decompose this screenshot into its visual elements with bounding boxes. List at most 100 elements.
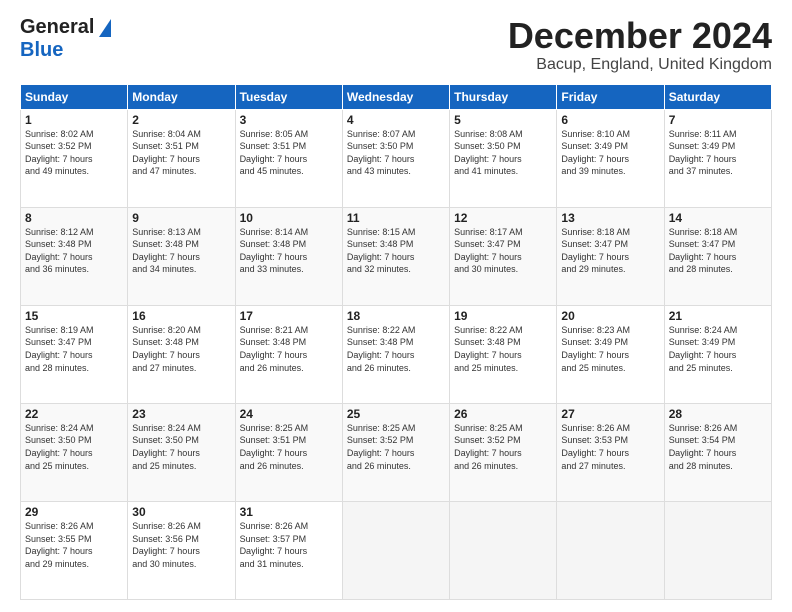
day-number: 6	[561, 113, 659, 127]
day-info: Sunrise: 8:22 AM Sunset: 3:48 PM Dayligh…	[347, 324, 445, 374]
day-number: 29	[25, 505, 123, 519]
day-number: 23	[132, 407, 230, 421]
day-number: 10	[240, 211, 338, 225]
day-number: 15	[25, 309, 123, 323]
calendar-cell: 30Sunrise: 8:26 AM Sunset: 3:56 PM Dayli…	[128, 501, 235, 599]
day-info: Sunrise: 8:13 AM Sunset: 3:48 PM Dayligh…	[132, 226, 230, 276]
day-info: Sunrise: 8:23 AM Sunset: 3:49 PM Dayligh…	[561, 324, 659, 374]
calendar-cell: 19Sunrise: 8:22 AM Sunset: 3:48 PM Dayli…	[450, 305, 557, 403]
day-info: Sunrise: 8:12 AM Sunset: 3:48 PM Dayligh…	[25, 226, 123, 276]
day-number: 16	[132, 309, 230, 323]
calendar-cell: 29Sunrise: 8:26 AM Sunset: 3:55 PM Dayli…	[21, 501, 128, 599]
calendar-week-row: 22Sunrise: 8:24 AM Sunset: 3:50 PM Dayli…	[21, 403, 772, 501]
day-number: 8	[25, 211, 123, 225]
day-number: 2	[132, 113, 230, 127]
day-number: 18	[347, 309, 445, 323]
day-info: Sunrise: 8:26 AM Sunset: 3:56 PM Dayligh…	[132, 520, 230, 570]
logo-triangle-icon	[99, 19, 111, 37]
calendar-header-saturday: Saturday	[664, 84, 771, 109]
day-number: 20	[561, 309, 659, 323]
logo-blue-text: Blue	[20, 39, 63, 61]
calendar-cell: 6Sunrise: 8:10 AM Sunset: 3:49 PM Daylig…	[557, 109, 664, 207]
day-info: Sunrise: 8:07 AM Sunset: 3:50 PM Dayligh…	[347, 128, 445, 178]
calendar-cell: 28Sunrise: 8:26 AM Sunset: 3:54 PM Dayli…	[664, 403, 771, 501]
calendar-cell	[557, 501, 664, 599]
day-info: Sunrise: 8:26 AM Sunset: 3:55 PM Dayligh…	[25, 520, 123, 570]
calendar-cell: 16Sunrise: 8:20 AM Sunset: 3:48 PM Dayli…	[128, 305, 235, 403]
day-info: Sunrise: 8:15 AM Sunset: 3:48 PM Dayligh…	[347, 226, 445, 276]
day-number: 11	[347, 211, 445, 225]
day-number: 1	[25, 113, 123, 127]
day-number: 30	[132, 505, 230, 519]
calendar-cell	[664, 501, 771, 599]
calendar-header-monday: Monday	[128, 84, 235, 109]
header: General Blue December 2024 Bacup, Englan…	[20, 16, 772, 74]
day-number: 4	[347, 113, 445, 127]
day-number: 19	[454, 309, 552, 323]
day-info: Sunrise: 8:19 AM Sunset: 3:47 PM Dayligh…	[25, 324, 123, 374]
day-info: Sunrise: 8:24 AM Sunset: 3:49 PM Dayligh…	[669, 324, 767, 374]
day-info: Sunrise: 8:17 AM Sunset: 3:47 PM Dayligh…	[454, 226, 552, 276]
day-info: Sunrise: 8:26 AM Sunset: 3:53 PM Dayligh…	[561, 422, 659, 472]
calendar-week-row: 8Sunrise: 8:12 AM Sunset: 3:48 PM Daylig…	[21, 207, 772, 305]
calendar-cell: 2Sunrise: 8:04 AM Sunset: 3:51 PM Daylig…	[128, 109, 235, 207]
day-info: Sunrise: 8:25 AM Sunset: 3:52 PM Dayligh…	[454, 422, 552, 472]
calendar-cell	[342, 501, 449, 599]
title-month: December 2024	[508, 16, 772, 56]
calendar-cell: 20Sunrise: 8:23 AM Sunset: 3:49 PM Dayli…	[557, 305, 664, 403]
calendar-cell: 5Sunrise: 8:08 AM Sunset: 3:50 PM Daylig…	[450, 109, 557, 207]
logo-general-text: General	[20, 16, 94, 39]
day-number: 25	[347, 407, 445, 421]
day-number: 7	[669, 113, 767, 127]
day-info: Sunrise: 8:05 AM Sunset: 3:51 PM Dayligh…	[240, 128, 338, 178]
day-info: Sunrise: 8:14 AM Sunset: 3:48 PM Dayligh…	[240, 226, 338, 276]
title-location: Bacup, England, United Kingdom	[508, 56, 772, 74]
title-block: December 2024 Bacup, England, United Kin…	[508, 16, 772, 74]
calendar-cell: 8Sunrise: 8:12 AM Sunset: 3:48 PM Daylig…	[21, 207, 128, 305]
calendar-cell: 25Sunrise: 8:25 AM Sunset: 3:52 PM Dayli…	[342, 403, 449, 501]
calendar-cell: 26Sunrise: 8:25 AM Sunset: 3:52 PM Dayli…	[450, 403, 557, 501]
day-info: Sunrise: 8:08 AM Sunset: 3:50 PM Dayligh…	[454, 128, 552, 178]
calendar-week-row: 15Sunrise: 8:19 AM Sunset: 3:47 PM Dayli…	[21, 305, 772, 403]
calendar-table: SundayMondayTuesdayWednesdayThursdayFrid…	[20, 84, 772, 600]
day-info: Sunrise: 8:10 AM Sunset: 3:49 PM Dayligh…	[561, 128, 659, 178]
day-number: 21	[669, 309, 767, 323]
day-info: Sunrise: 8:22 AM Sunset: 3:48 PM Dayligh…	[454, 324, 552, 374]
day-number: 14	[669, 211, 767, 225]
calendar-cell: 1Sunrise: 8:02 AM Sunset: 3:52 PM Daylig…	[21, 109, 128, 207]
calendar-cell: 21Sunrise: 8:24 AM Sunset: 3:49 PM Dayli…	[664, 305, 771, 403]
day-info: Sunrise: 8:26 AM Sunset: 3:57 PM Dayligh…	[240, 520, 338, 570]
logo: General Blue	[20, 16, 111, 62]
calendar-header-sunday: Sunday	[21, 84, 128, 109]
calendar-cell: 18Sunrise: 8:22 AM Sunset: 3:48 PM Dayli…	[342, 305, 449, 403]
day-info: Sunrise: 8:11 AM Sunset: 3:49 PM Dayligh…	[669, 128, 767, 178]
day-number: 31	[240, 505, 338, 519]
calendar-cell: 24Sunrise: 8:25 AM Sunset: 3:51 PM Dayli…	[235, 403, 342, 501]
calendar-cell	[450, 501, 557, 599]
day-info: Sunrise: 8:18 AM Sunset: 3:47 PM Dayligh…	[561, 226, 659, 276]
calendar-cell: 27Sunrise: 8:26 AM Sunset: 3:53 PM Dayli…	[557, 403, 664, 501]
calendar-cell: 7Sunrise: 8:11 AM Sunset: 3:49 PM Daylig…	[664, 109, 771, 207]
calendar-cell: 4Sunrise: 8:07 AM Sunset: 3:50 PM Daylig…	[342, 109, 449, 207]
day-info: Sunrise: 8:02 AM Sunset: 3:52 PM Dayligh…	[25, 128, 123, 178]
page: General Blue December 2024 Bacup, Englan…	[0, 0, 792, 612]
calendar-cell: 23Sunrise: 8:24 AM Sunset: 3:50 PM Dayli…	[128, 403, 235, 501]
day-number: 26	[454, 407, 552, 421]
day-number: 5	[454, 113, 552, 127]
calendar-cell: 31Sunrise: 8:26 AM Sunset: 3:57 PM Dayli…	[235, 501, 342, 599]
day-info: Sunrise: 8:04 AM Sunset: 3:51 PM Dayligh…	[132, 128, 230, 178]
calendar-header-wednesday: Wednesday	[342, 84, 449, 109]
calendar-header-friday: Friday	[557, 84, 664, 109]
day-info: Sunrise: 8:24 AM Sunset: 3:50 PM Dayligh…	[132, 422, 230, 472]
day-number: 28	[669, 407, 767, 421]
day-number: 12	[454, 211, 552, 225]
day-number: 3	[240, 113, 338, 127]
calendar-week-row: 1Sunrise: 8:02 AM Sunset: 3:52 PM Daylig…	[21, 109, 772, 207]
day-info: Sunrise: 8:25 AM Sunset: 3:51 PM Dayligh…	[240, 422, 338, 472]
calendar-cell: 14Sunrise: 8:18 AM Sunset: 3:47 PM Dayli…	[664, 207, 771, 305]
calendar-cell: 12Sunrise: 8:17 AM Sunset: 3:47 PM Dayli…	[450, 207, 557, 305]
day-info: Sunrise: 8:21 AM Sunset: 3:48 PM Dayligh…	[240, 324, 338, 374]
calendar-cell: 10Sunrise: 8:14 AM Sunset: 3:48 PM Dayli…	[235, 207, 342, 305]
calendar-cell: 9Sunrise: 8:13 AM Sunset: 3:48 PM Daylig…	[128, 207, 235, 305]
day-info: Sunrise: 8:24 AM Sunset: 3:50 PM Dayligh…	[25, 422, 123, 472]
